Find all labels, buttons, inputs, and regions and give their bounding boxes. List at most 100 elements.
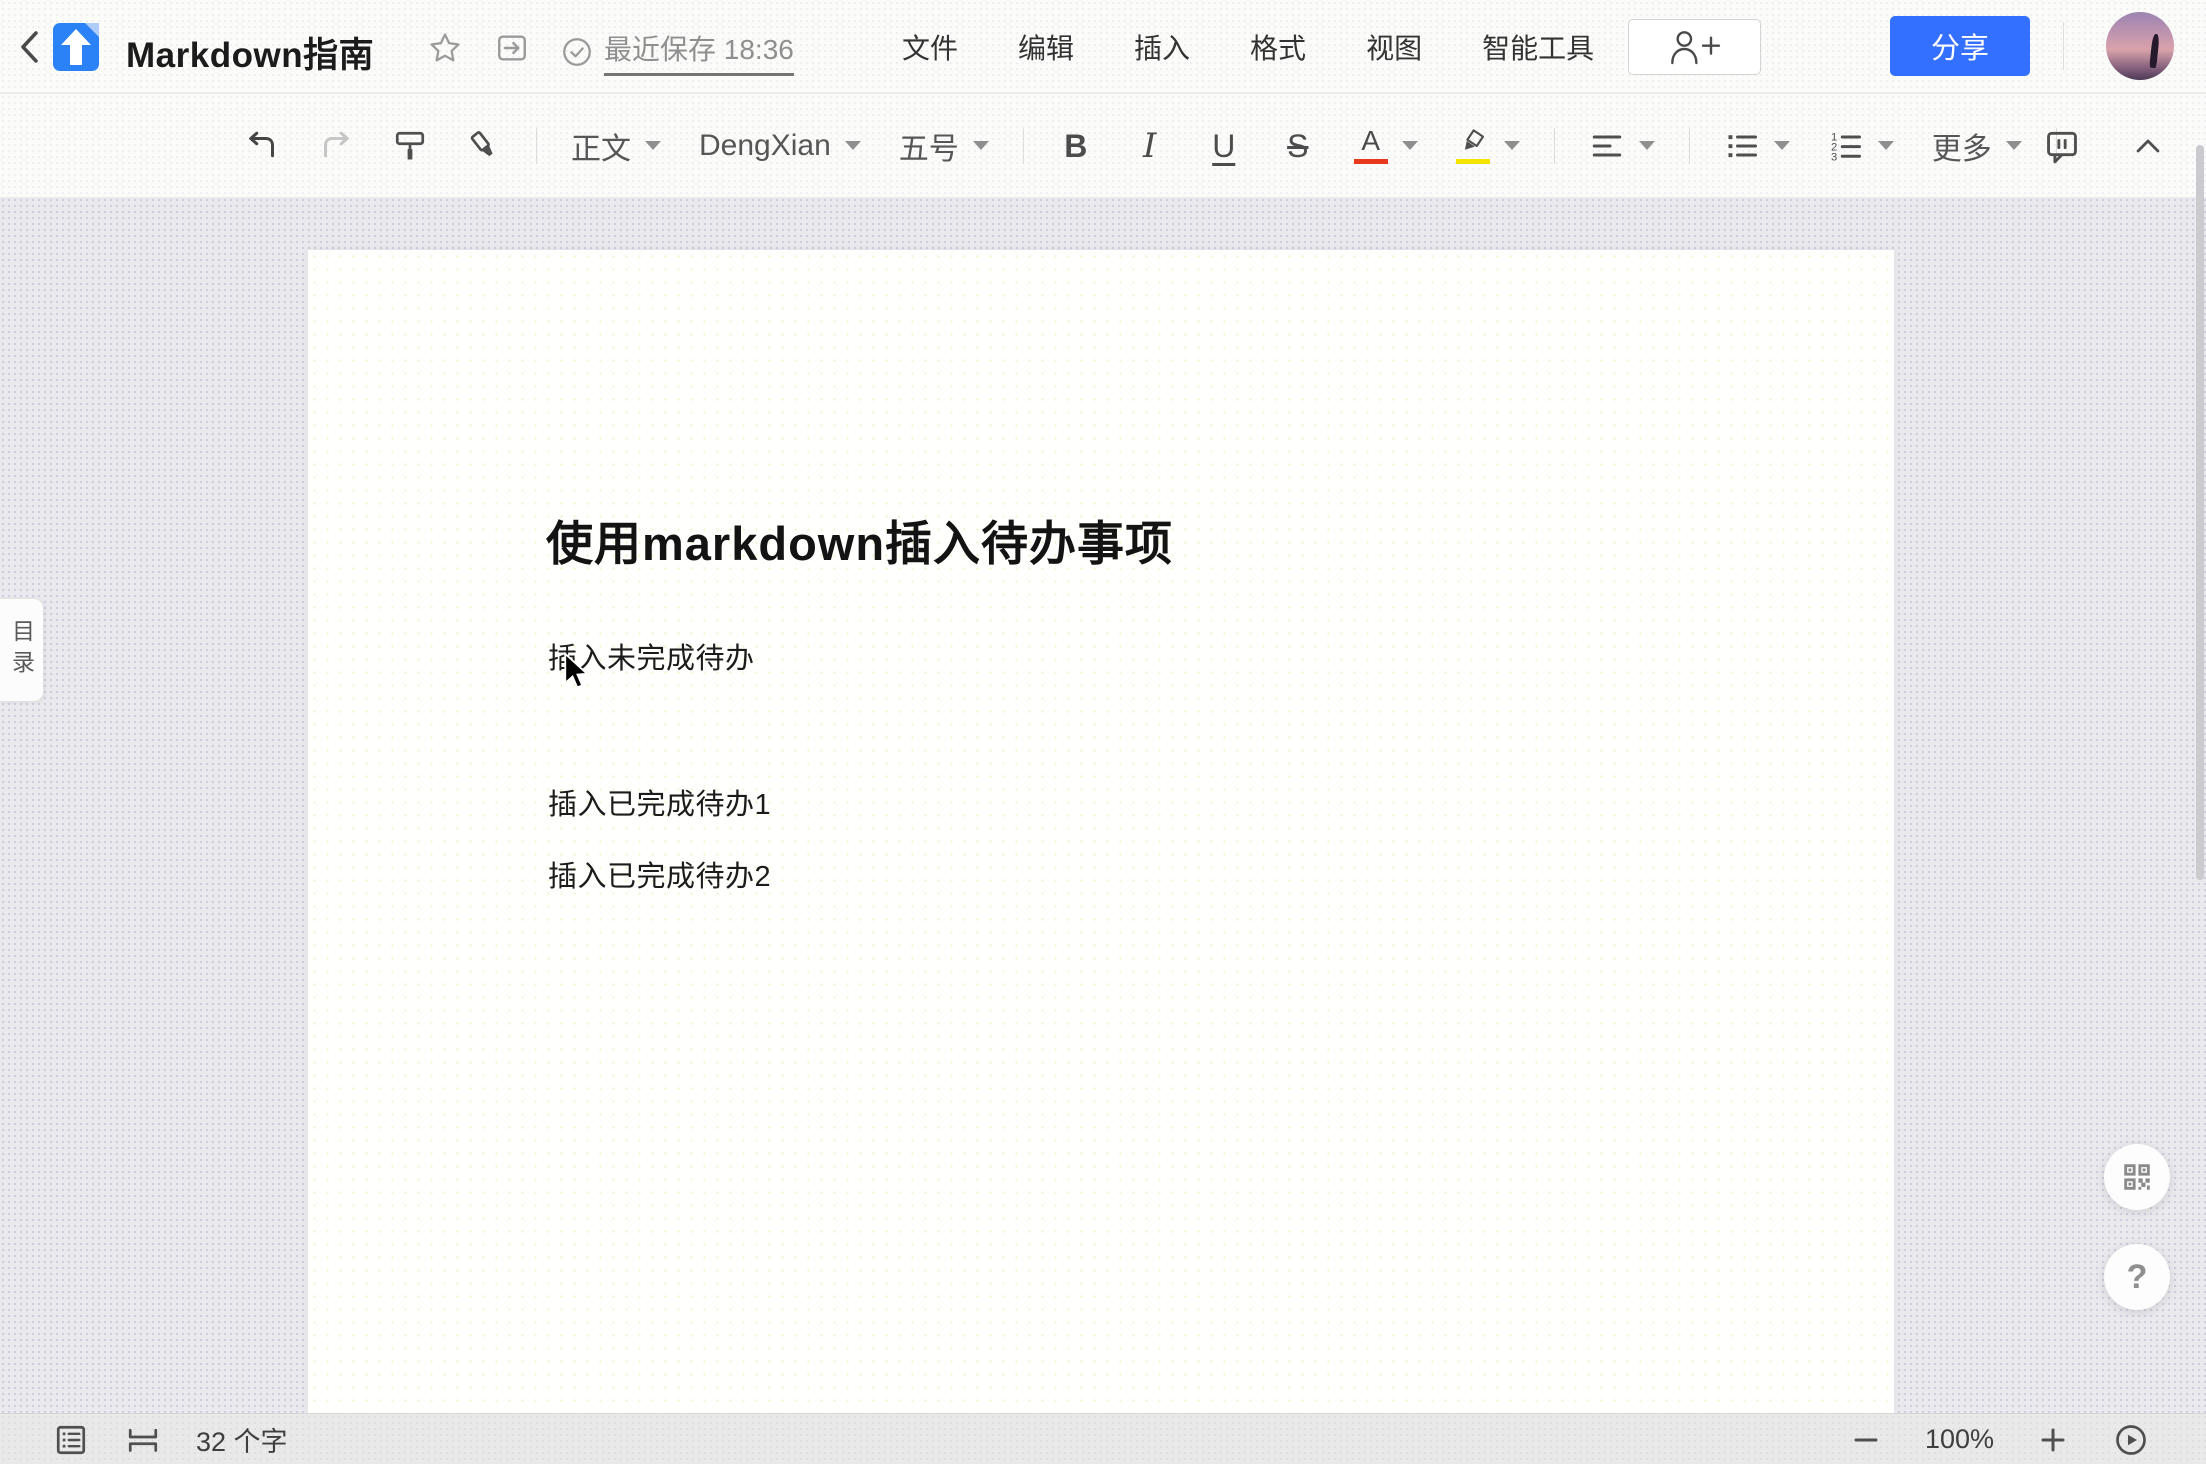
chevron-down-icon — [2006, 141, 2022, 150]
question-mark-icon: ? — [2127, 1258, 2148, 1297]
zoom-in-button[interactable] — [2034, 1421, 2072, 1459]
app-window: Markdown指南 最近保存 18:36 — [0, 0, 2206, 1464]
menu-file[interactable]: 文件 — [898, 21, 962, 73]
user-avatar[interactable] — [2106, 12, 2174, 80]
app-logo-icon[interactable] — [52, 20, 102, 73]
svg-text:3: 3 — [1831, 151, 1837, 163]
chevron-left-icon — [16, 28, 42, 66]
menu-format[interactable]: 格式 — [1246, 21, 1310, 73]
comment-button[interactable] — [2040, 120, 2084, 172]
toc-tab-label: 目录 — [5, 619, 39, 681]
more-tools-dropdown[interactable]: 更多 — [1928, 120, 2026, 172]
star-icon — [428, 31, 462, 65]
highlighter-icon — [1458, 127, 1488, 155]
font-size-value: 五号 — [899, 124, 959, 168]
minus-icon — [1851, 1425, 1881, 1455]
paragraph-style-value: 正文 — [571, 124, 631, 168]
play-circle-icon — [2113, 1422, 2149, 1458]
document-heading[interactable]: 使用markdown插入待办事项 — [546, 505, 1173, 574]
chevron-up-icon — [2131, 129, 2165, 163]
favorite-star-button[interactable] — [427, 30, 463, 66]
header-divider — [2063, 22, 2064, 70]
paragraph-todo-uncompleted[interactable]: 插入未完成待办 — [548, 635, 755, 677]
menu-insert[interactable]: 插入 — [1130, 21, 1194, 73]
comment-icon — [2043, 127, 2081, 165]
italic-label: I — [1143, 129, 1156, 163]
font-color-indicator: A — [1354, 127, 1388, 164]
add-collaborator-button[interactable] — [1628, 19, 1761, 75]
toolbar-divider — [1554, 128, 1555, 164]
font-color-swatch — [1354, 159, 1388, 164]
eraser-icon — [466, 128, 502, 164]
paragraph-style-dropdown[interactable]: 正文 — [567, 120, 665, 172]
formatting-toolbar: 正文 DengXian 五号 B I U S — [0, 94, 2206, 197]
back-button[interactable] — [14, 28, 44, 66]
strikethrough-label: S — [1287, 130, 1308, 162]
bullet-list-icon — [1724, 128, 1760, 164]
collapse-toolbar-button[interactable] — [2126, 120, 2170, 172]
font-family-value: DengXian — [699, 129, 831, 163]
bold-label: B — [1064, 130, 1087, 162]
outline-list-icon — [53, 1422, 89, 1458]
toolbar-divider — [1023, 128, 1024, 164]
bullet-list-dropdown[interactable] — [1720, 120, 1794, 172]
strikethrough-button[interactable]: S — [1276, 120, 1320, 172]
italic-button[interactable]: I — [1128, 120, 1172, 172]
menu-bar: 文件 编辑 插入 格式 视图 智能工具 — [898, 0, 1598, 93]
numbered-list-dropdown[interactable]: 1 2 3 — [1824, 120, 1898, 172]
highlight-color-button[interactable] — [1452, 120, 1524, 172]
font-color-label: A — [1361, 127, 1380, 155]
format-painter-icon — [392, 128, 428, 164]
help-button[interactable]: ? — [2104, 1244, 2170, 1310]
document-title[interactable]: Markdown指南 — [126, 27, 374, 78]
vertical-scrollbar[interactable] — [2196, 145, 2204, 880]
font-color-button[interactable]: A — [1350, 120, 1422, 172]
chevron-down-icon — [1639, 141, 1655, 150]
move-to-folder-button[interactable] — [494, 30, 530, 66]
document-page[interactable]: 使用markdown插入待办事项 插入未完成待办 插入已完成待办1 插入已完成待… — [308, 250, 1894, 1413]
highlight-swatch — [1456, 159, 1490, 164]
underline-label: U — [1212, 130, 1235, 162]
paragraph-todo-completed-2[interactable]: 插入已完成待办2 — [548, 853, 771, 895]
chevron-down-icon — [645, 141, 661, 150]
folder-move-icon — [495, 31, 529, 65]
chevron-down-icon — [973, 141, 989, 150]
bold-button[interactable]: B — [1054, 120, 1098, 172]
zoom-level[interactable]: 100% — [1925, 1424, 1994, 1455]
font-family-dropdown[interactable]: DengXian — [695, 120, 865, 172]
word-count: 32 个字 — [196, 1420, 288, 1459]
chevron-down-icon — [1878, 141, 1894, 150]
present-mode-button[interactable] — [2112, 1421, 2150, 1459]
zoom-out-button[interactable] — [1847, 1421, 1885, 1459]
menu-view[interactable]: 视图 — [1362, 21, 1426, 73]
save-status[interactable]: 最近保存 18:36 — [560, 28, 794, 76]
page-view-toggle-button[interactable] — [124, 1421, 162, 1459]
toolbar-divider — [1689, 128, 1690, 164]
highlight-indicator — [1456, 127, 1490, 164]
qr-code-button[interactable] — [2104, 1144, 2170, 1210]
format-painter-button[interactable] — [388, 120, 432, 172]
toolbar-divider — [536, 128, 537, 164]
chevron-down-icon — [845, 141, 861, 150]
align-left-icon — [1589, 128, 1625, 164]
underline-button[interactable]: U — [1202, 120, 1246, 172]
toc-side-tab[interactable]: 目录 — [0, 598, 44, 702]
header: Markdown指南 最近保存 18:36 — [0, 0, 2206, 93]
chevron-down-icon — [1402, 141, 1418, 150]
more-tools-label: 更多 — [1932, 124, 1992, 168]
redo-button[interactable] — [314, 120, 358, 172]
status-bar: 32 个字 100% — [0, 1413, 2206, 1464]
paragraph-todo-completed-1[interactable]: 插入已完成待办1 — [548, 781, 771, 823]
menu-smart-tools[interactable]: 智能工具 — [1478, 21, 1598, 73]
menu-edit[interactable]: 编辑 — [1014, 21, 1078, 73]
share-button[interactable]: 分享 — [1890, 16, 2030, 76]
clear-format-button[interactable] — [462, 120, 506, 172]
outline-toggle-button[interactable] — [52, 1421, 90, 1459]
font-size-dropdown[interactable]: 五号 — [895, 120, 993, 172]
alignment-dropdown[interactable] — [1585, 120, 1659, 172]
redo-icon — [318, 128, 354, 164]
chevron-down-icon — [1774, 141, 1790, 150]
undo-button[interactable] — [240, 120, 284, 172]
plus-icon — [2038, 1425, 2068, 1455]
page-break-icon — [125, 1422, 161, 1458]
